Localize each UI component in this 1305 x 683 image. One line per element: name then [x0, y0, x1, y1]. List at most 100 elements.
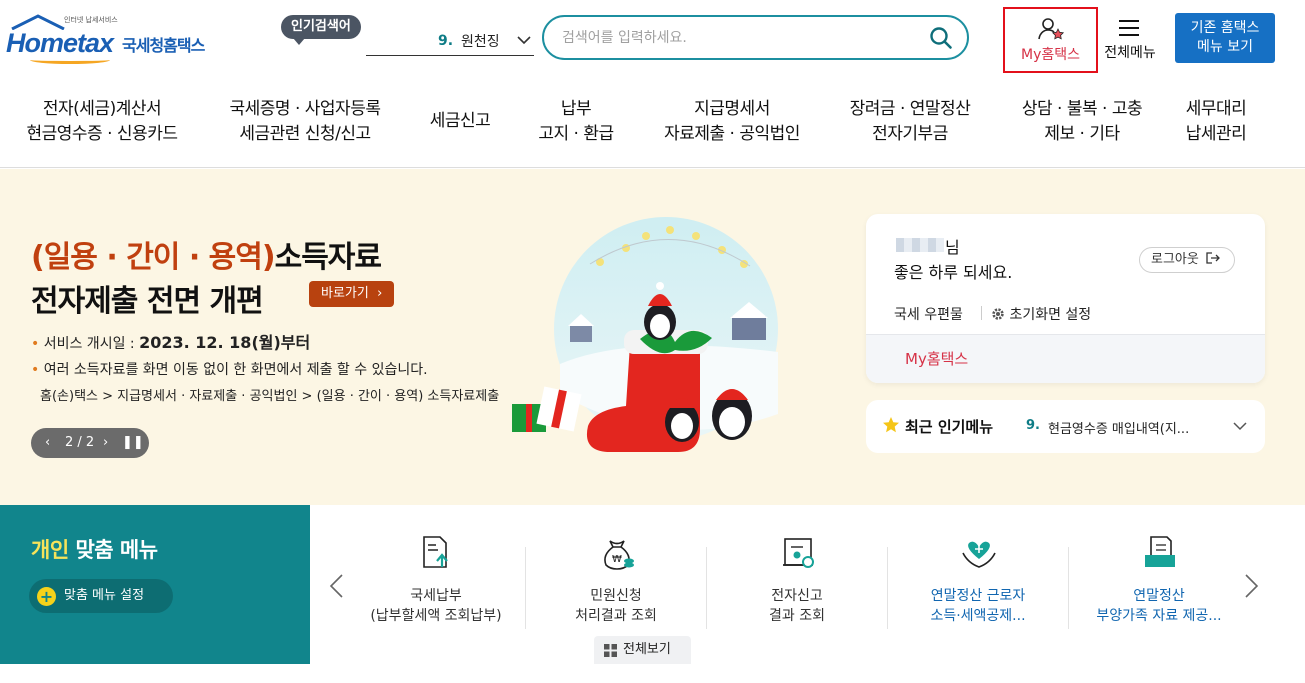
star-icon — [883, 417, 899, 433]
hometax-logo[interactable]: 인터넷 납세서비스 Hometax 국세청홈택스 — [4, 12, 219, 68]
view-all-button[interactable]: 전체보기 — [594, 636, 691, 664]
custom-menu-title-rest: 맞춤 메뉴 — [68, 538, 158, 562]
global-navigation: 전자(세금)계산서 현금영수증 · 신용카드 국세증명 · 사업자등록 세금관련… — [0, 82, 1305, 168]
view-all-label: 전체보기 — [623, 642, 671, 657]
gnb-label: 국세증명 · 사업자등록 — [229, 99, 381, 119]
logout-button[interactable]: 로그아웃 — [1139, 247, 1235, 273]
menu-item-line2: 부양가족 자료 제공... — [1096, 608, 1222, 624]
gnb-label: 납세관리 — [1185, 124, 1247, 144]
custom-menu-item-year-end-dependents[interactable]: 연말정산 부양가족 자료 제공... — [1069, 527, 1249, 637]
page-bottom — [0, 664, 1305, 683]
pager-count: 2 / 2 — [65, 435, 95, 450]
logo-swoosh — [30, 56, 110, 64]
menu-item-line1: 국세납부 — [410, 588, 462, 604]
menu-item-line2: (납부할세액 조회납부) — [370, 608, 502, 624]
gnb-label: 자료제출 · 공익법인 — [664, 124, 800, 144]
my-hometax-label: My홈택스 — [1020, 47, 1080, 63]
menu-item-line2: 처리결과 조회 — [575, 608, 657, 624]
chevron-down-icon[interactable] — [1233, 420, 1247, 432]
banner-shortcut-button[interactable]: 바로가기 › — [309, 281, 395, 307]
chevron-right-icon: › — [372, 286, 383, 301]
popular-term: 원천징 — [461, 33, 500, 50]
user-honorific: 님 — [945, 238, 960, 257]
user-greeting: 좋은 하루 되세요. — [894, 263, 1013, 282]
menu-item-line1: 전자신고 — [771, 588, 823, 604]
pager-prev-icon[interactable]: ‹ — [45, 428, 50, 458]
gnb-item-payment-statement[interactable]: 지급명세서 자료제출 · 공익법인 — [660, 97, 804, 147]
old-menu-line1: 기존 홈택스 — [1190, 20, 1260, 36]
plus-icon: + — [37, 587, 56, 606]
gnb-item-consultation[interactable]: 상담 · 불복 · 고충 제보 · 기타 — [1016, 97, 1148, 147]
banner-desc-text: 여러 소득자료를 화면 이동 없이 한 화면에서 제출 할 수 있습니다. — [43, 362, 428, 378]
logo-brand-kr: 국세청홈택스 — [122, 36, 205, 55]
all-menu-button[interactable]: 전체메뉴 — [1099, 14, 1161, 64]
gnb-item-tax-return[interactable]: 세금신고 — [420, 109, 500, 134]
tax-mailbox-link[interactable]: 국세 우편물 — [894, 304, 963, 324]
chevron-right-icon[interactable] — [1244, 573, 1260, 599]
my-hometax-button[interactable]: My홈택스 — [1003, 7, 1098, 73]
user-card: 님 좋은 하루 되세요. 로그아웃 국세 우편물 초기화면 설정 My홈택스 — [866, 214, 1265, 383]
gnb-label: 납부 — [560, 99, 592, 119]
gnb-label: 고지 · 환급 — [538, 124, 614, 144]
popular-search-badge: 인기검색어 — [281, 15, 361, 45]
search-box — [542, 15, 969, 60]
gnb-label: 전자기부금 — [872, 124, 948, 144]
pause-icon[interactable]: ❚❚ — [122, 428, 144, 458]
certificate-icon — [783, 538, 814, 568]
gnb-label: 상담 · 불복 · 고충 — [1021, 99, 1143, 119]
bullet-icon: • — [31, 362, 44, 378]
popular-rank: 9. — [438, 32, 454, 49]
banner-title-rest: 소득자료 — [274, 240, 382, 275]
gnb-item-payment[interactable]: 납부 고지 · 환급 — [530, 97, 622, 147]
user-star-icon — [1038, 18, 1065, 40]
custom-menu-item-civil-petition[interactable]: ₩ 민원신청 처리결과 조회 — [526, 527, 706, 637]
menu-item-line2: 결과 조회 — [769, 608, 825, 624]
custom-menu-item-tax-payment[interactable]: 국세납부 (납부할세액 조회납부) — [346, 527, 526, 637]
banner-date-label: 서비스 개시일 : — [43, 336, 140, 352]
banner-path: 홈(손)택스 > 지급명세서 · 자료제출 · 공익법인 > (일용 · 간이 … — [40, 389, 500, 404]
initial-screen-setting-link[interactable]: 초기화면 설정 — [991, 304, 1091, 324]
banner-title-line2[interactable]: 전자제출 전면 개편 — [31, 276, 264, 320]
banner-description: • 여러 소득자료를 화면 이동 없이 한 화면에서 제출 할 수 있습니다. — [31, 359, 428, 379]
popular-search-dropdown[interactable]: 9. 원천징 — [366, 26, 534, 56]
main-banner-area: (일용 · 간이 · 용역)소득자료 전자제출 전면 개편 바로가기 › • 서… — [0, 169, 1305, 505]
banner-title-highlight: (일용 · 간이 · 용역) — [31, 240, 276, 275]
chevron-left-icon[interactable] — [328, 573, 344, 599]
user-card-bottom: My홈택스 — [866, 334, 1265, 383]
menu-item-line1: 연말정산 근로자 — [930, 588, 1026, 604]
custom-menu-title-highlight: 개인 — [31, 538, 69, 562]
my-hometax-link[interactable]: My홈택스 — [905, 348, 968, 369]
banner-pager: ‹ 2 / 2 › ❚❚ — [31, 428, 149, 458]
chevron-down-icon — [517, 36, 531, 45]
grid-icon — [604, 644, 617, 657]
gnb-item-e-invoice[interactable]: 전자(세금)계산서 현금영수증 · 신용카드 — [22, 97, 182, 147]
gnb-label: 장려금 · 연말정산 — [849, 99, 971, 119]
svg-text:₩: ₩ — [612, 554, 622, 565]
logout-icon — [1206, 252, 1220, 264]
gnb-item-certificate[interactable]: 국세증명 · 사업자등록 세금관련 신청/신고 — [222, 97, 388, 147]
banner-date-value: 2023. 12. 18(월)부터 — [139, 333, 311, 352]
old-hometax-menu-button[interactable]: 기존 홈택스 메뉴 보기 — [1175, 13, 1275, 63]
bullet-icon: • — [31, 336, 44, 352]
custom-menu-panel: 개인 맞춤 메뉴 맞춤 메뉴 설정 + — [0, 505, 310, 664]
banner-service-date: • 서비스 개시일 : 2023. 12. 18(월)부터 — [31, 329, 310, 353]
logo-brand: Hometax — [6, 28, 114, 58]
christmas-penguin-illustration — [512, 217, 778, 452]
pager-next-icon[interactable]: › — [103, 428, 108, 458]
heart-hands-icon — [962, 541, 996, 568]
gnb-label: 세금신고 — [429, 111, 491, 131]
gnb-item-tax-agent[interactable]: 세무대리 납세관리 — [1180, 97, 1252, 147]
recent-popular-menu[interactable]: 최근 인기메뉴 9. 현금영수증 매입내역(지... — [866, 400, 1265, 453]
hamburger-icon — [1119, 20, 1139, 36]
custom-menu-item-year-end-worker[interactable]: 연말정산 근로자 소득·세액공제... — [888, 527, 1068, 637]
search-icon[interactable] — [929, 26, 953, 50]
gear-icon — [992, 308, 1004, 320]
custom-menu-item-e-filing[interactable]: 전자신고 결과 조회 — [707, 527, 887, 637]
search-input[interactable] — [562, 25, 922, 51]
recent-menu-item: 현금영수증 매입내역(지... — [1048, 422, 1190, 437]
gnb-label: 세금관련 신청/신고 — [239, 124, 371, 144]
money-bag-icon: ₩ — [604, 540, 634, 570]
banner-title[interactable]: (일용 · 간이 · 용역)소득자료 — [31, 232, 382, 276]
logout-label: 로그아웃 — [1151, 252, 1199, 267]
gnb-item-year-end[interactable]: 장려금 · 연말정산 전자기부금 — [842, 97, 978, 147]
